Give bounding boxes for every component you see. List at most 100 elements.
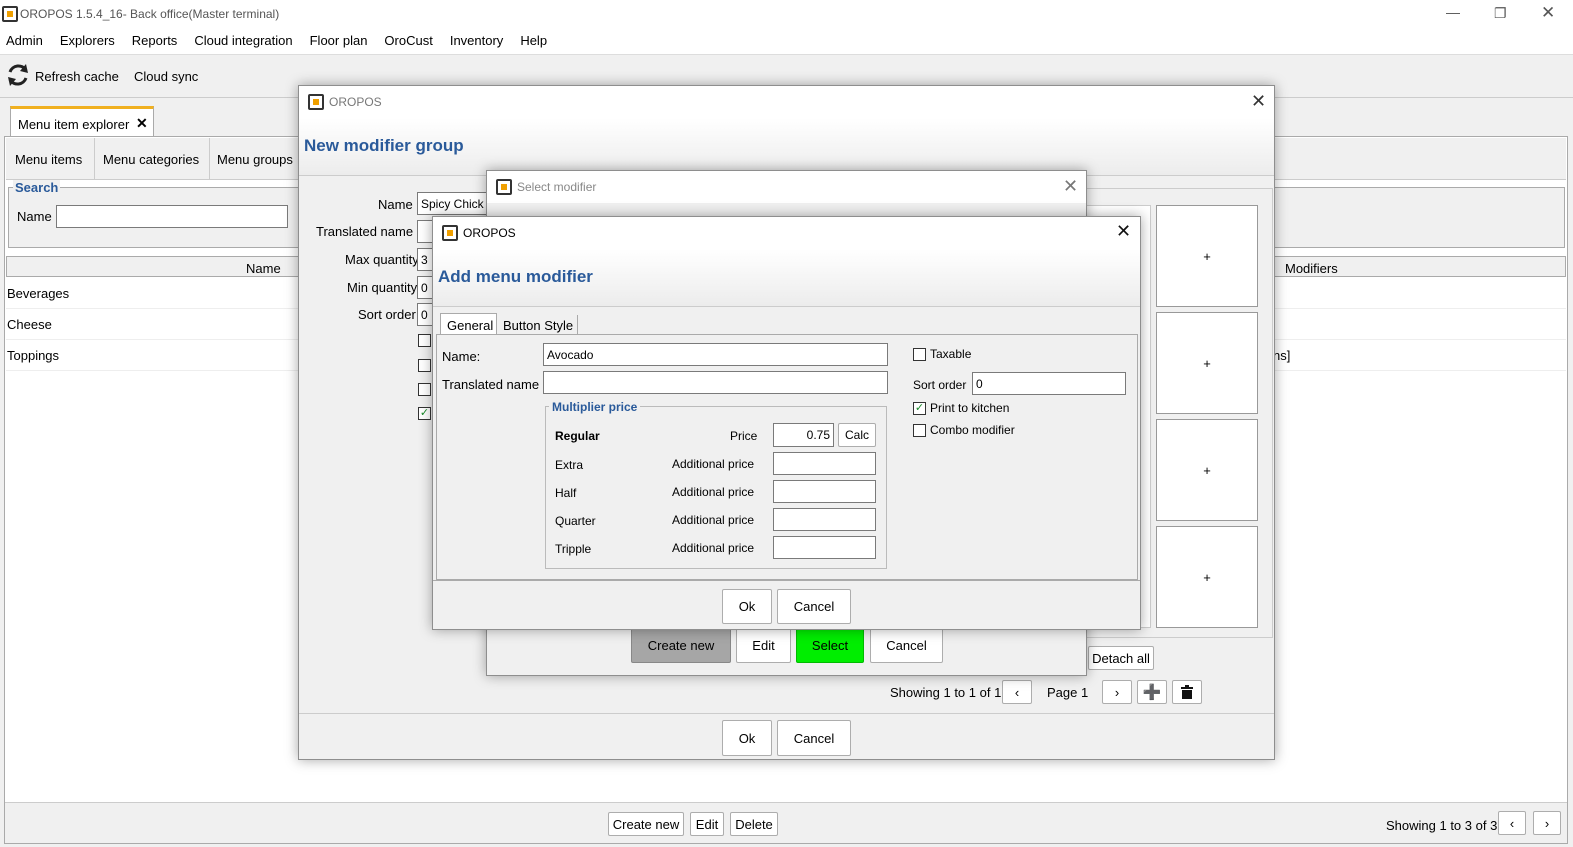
search-legend: Search xyxy=(13,180,61,195)
group-name-label: Name xyxy=(378,197,413,212)
add-circle-icon[interactable]: ➕ xyxy=(1137,680,1167,704)
group-checkbox-1[interactable] xyxy=(418,334,431,347)
explorer-tab-label: Menu item explorer xyxy=(18,117,130,132)
app-logo-icon xyxy=(2,6,18,22)
modifier-name-input[interactable]: Avocado xyxy=(543,343,888,366)
group-name-input[interactable]: Spicy Chick xyxy=(417,192,489,215)
modifier-name-label: Name: xyxy=(442,349,481,364)
menu-admin[interactable]: Admin xyxy=(6,33,43,48)
modifier-translated-input[interactable] xyxy=(543,371,888,394)
search-name-input[interactable] xyxy=(56,205,288,228)
cloud-sync-button[interactable]: Cloud sync xyxy=(134,69,198,84)
minimize-icon[interactable]: — xyxy=(1446,4,1460,20)
row-name: Toppings xyxy=(7,348,60,363)
tab-button-style[interactable]: Button Style xyxy=(498,315,578,335)
combo-modifier-label: Combo modifier xyxy=(930,423,1015,437)
tab-general-label: General xyxy=(447,318,494,333)
taxable-checkbox[interactable] xyxy=(913,348,926,361)
refresh-cache-button[interactable]: Refresh cache xyxy=(35,69,119,84)
next-page-icon[interactable]: › xyxy=(1533,811,1561,835)
print-kitchen-checkbox[interactable]: ✓ xyxy=(913,402,926,415)
subtab-menu-groups[interactable]: Menu groups xyxy=(217,152,293,167)
row-modifiers: ns] xyxy=(1273,348,1291,363)
subtab-menu-items[interactable]: Menu items xyxy=(15,152,82,167)
modifier-ok-button[interactable]: Ok xyxy=(722,589,772,624)
explorer-showing-label: Showing 1 to 3 of 3 xyxy=(1386,818,1498,833)
close-dialog-icon[interactable]: ✕ xyxy=(1251,91,1266,112)
menu-orocust[interactable]: OroCust xyxy=(384,33,432,48)
menu-bar: Admin Explorers Reports Cloud integration Fl… xyxy=(0,29,1573,55)
restore-icon[interactable]: ❐ xyxy=(1494,5,1507,22)
close-dialog-icon[interactable]: ✕ xyxy=(1116,221,1131,242)
menu-reports[interactable]: Reports xyxy=(132,33,178,48)
modifier-translated-label: Translated name xyxy=(442,377,540,392)
edit-button[interactable]: Edit xyxy=(690,812,724,836)
subtab-menu-categories[interactable]: Menu categories xyxy=(103,152,199,167)
extra-price-input[interactable] xyxy=(773,452,876,475)
group-cancel-button[interactable]: Cancel xyxy=(777,720,851,756)
taxable-label: Taxable xyxy=(930,347,972,361)
max-quantity-label: Max quantity xyxy=(345,252,419,267)
app-logo-icon xyxy=(442,225,458,241)
delete-button[interactable]: Delete xyxy=(730,812,778,836)
modifier-sort-order-input[interactable]: 0 xyxy=(972,372,1126,395)
group-ok-button[interactable]: Ok xyxy=(722,720,772,756)
close-tab-icon[interactable]: ✕ xyxy=(136,115,148,132)
menu-cloud-integration[interactable]: Cloud integration xyxy=(194,33,292,48)
detach-all-button[interactable]: Detach all xyxy=(1088,646,1154,670)
add-modifier-slot[interactable]: + xyxy=(1156,312,1258,414)
menu-inventory[interactable]: Inventory xyxy=(450,33,503,48)
group-checkbox-3[interactable] xyxy=(418,383,431,396)
dialog-heading: New modifier group xyxy=(304,136,464,155)
menu-floor-plan[interactable]: Floor plan xyxy=(310,33,368,48)
print-kitchen-label: Print to kitchen xyxy=(930,401,1010,415)
tripple-price-input[interactable] xyxy=(773,536,876,559)
refresh-icon[interactable] xyxy=(6,62,30,88)
menu-help[interactable]: Help xyxy=(520,33,547,48)
price-input[interactable]: 0.75 xyxy=(773,423,834,447)
explorer-subtabs: Menu items Menu categories Menu groups xyxy=(6,138,306,180)
group-checkbox-4[interactable]: ✓ xyxy=(418,407,431,420)
select-edit-button[interactable]: Edit xyxy=(736,628,791,663)
calc-button[interactable]: Calc xyxy=(838,423,876,447)
add-modifier-slot[interactable]: + xyxy=(1156,419,1258,521)
dialog-footer xyxy=(299,713,1274,714)
close-dialog-icon[interactable]: ✕ xyxy=(1063,176,1078,197)
select-button[interactable]: Select xyxy=(796,628,864,663)
prev-page-icon[interactable]: ‹ xyxy=(1498,811,1526,835)
add-modifier-slot[interactable]: + xyxy=(1156,526,1258,628)
column-name-header[interactable]: Name xyxy=(246,261,281,276)
create-new-button[interactable]: Create new xyxy=(608,812,684,836)
half-label: Half xyxy=(555,486,577,500)
tab-general[interactable]: General xyxy=(440,313,497,335)
search-name-label: Name xyxy=(17,209,52,224)
group-checkbox-2[interactable] xyxy=(418,359,431,372)
trash-icon[interactable] xyxy=(1172,680,1202,704)
half-price-input[interactable] xyxy=(773,480,876,503)
menu-explorers[interactable]: Explorers xyxy=(60,33,115,48)
multiplier-price-legend: Multiplier price xyxy=(549,400,641,414)
app-logo-icon xyxy=(496,179,512,195)
window-title: OROPOS 1.5.4_16- Back office(Master term… xyxy=(20,7,280,21)
select-cancel-button[interactable]: Cancel xyxy=(870,628,943,663)
quarter-additional-price-label: Additional price xyxy=(672,513,755,527)
explorer-footer xyxy=(5,802,1567,843)
column-modifiers-header[interactable]: Modifiers xyxy=(1285,261,1338,276)
group-prev-page-icon[interactable]: ‹ xyxy=(1002,680,1032,704)
modifier-cancel-button[interactable]: Cancel xyxy=(777,589,851,624)
group-next-page-icon[interactable]: › xyxy=(1102,680,1132,704)
select-create-new-button[interactable]: Create new xyxy=(631,628,731,663)
half-additional-price-label: Additional price xyxy=(672,485,755,499)
quarter-label: Quarter xyxy=(555,514,596,528)
add-modifier-slot[interactable]: + xyxy=(1156,205,1258,307)
combo-modifier-checkbox[interactable] xyxy=(913,424,926,437)
close-window-icon[interactable]: ✕ xyxy=(1541,3,1555,23)
group-translated-label: Translated name xyxy=(316,224,414,239)
quarter-price-input[interactable] xyxy=(773,508,876,531)
explorer-subtabs-right xyxy=(1274,138,1566,180)
tripple-label: Tripple xyxy=(555,542,592,556)
group-page-label: Page 1 xyxy=(1047,685,1089,700)
explorer-tab[interactable]: Menu item explorer ✕ xyxy=(10,106,154,137)
add-menu-modifier-dialog: OROPOS ✕ Add menu modifier General Butto… xyxy=(432,216,1141,630)
sort-order-label: Sort order xyxy=(358,307,416,322)
